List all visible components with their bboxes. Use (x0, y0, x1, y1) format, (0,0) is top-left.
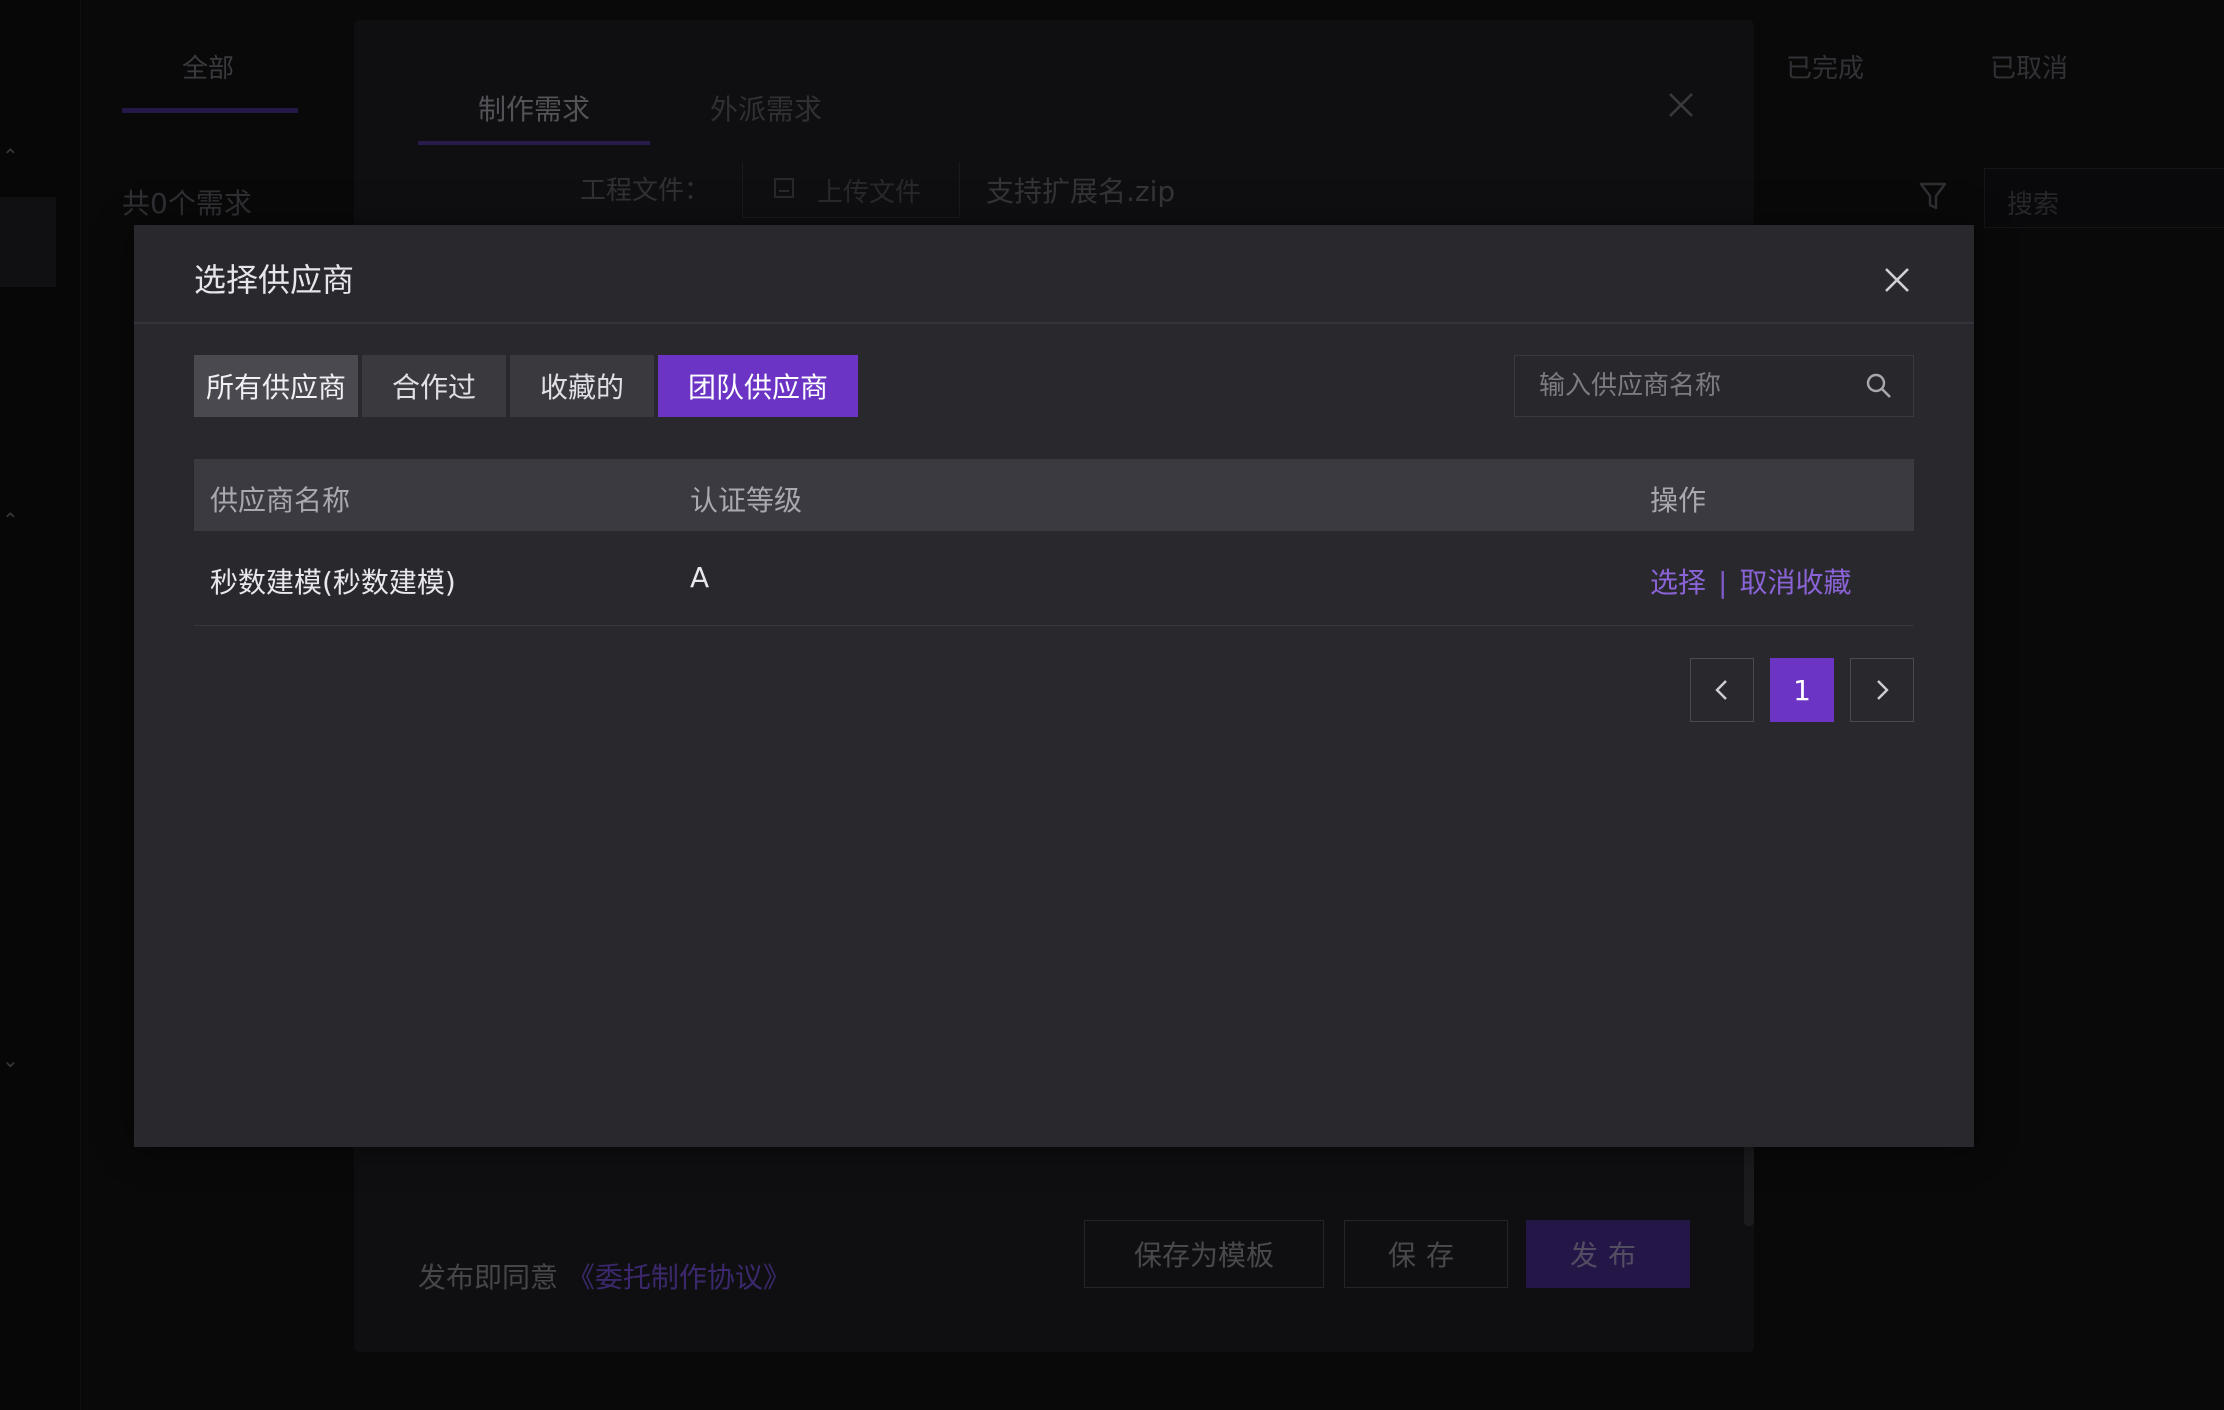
select-link[interactable]: 选择 (1650, 566, 1706, 599)
page-1-button[interactable]: 1 (1770, 658, 1834, 722)
select-supplier-dialog: 选择供应商 所有供应商 合作过 收藏的 团队供应商 供应商名称 认证等级 操作 … (134, 225, 1974, 1147)
supplier-name: 秒数建模(秒数建模) (210, 566, 456, 599)
tab-team-suppliers[interactable]: 团队供应商 (658, 355, 858, 417)
action-separator: | (1718, 566, 1728, 599)
table-header: 供应商名称 认证等级 操作 (194, 459, 1914, 531)
table-row: 秒数建模(秒数建模) A 选择 | 取消收藏 (194, 531, 1914, 626)
close-icon[interactable] (1882, 265, 1912, 295)
tab-cooperated[interactable]: 合作过 (362, 355, 506, 417)
unfavorite-link[interactable]: 取消收藏 (1739, 566, 1851, 599)
prev-page-button[interactable] (1690, 658, 1754, 722)
chevron-left-icon (1715, 680, 1727, 700)
column-actions: 操作 (1650, 484, 1707, 517)
row-actions: 选择 | 取消收藏 (1650, 561, 1851, 601)
tab-all-suppliers[interactable]: 所有供应商 (194, 355, 358, 417)
supplier-search (1514, 355, 1914, 417)
search-icon[interactable] (1865, 372, 1893, 404)
cert-level: A (690, 561, 710, 594)
dialog-title: 选择供应商 (194, 261, 355, 299)
next-page-button[interactable] (1850, 658, 1914, 722)
supplier-table: 供应商名称 认证等级 操作 秒数建模(秒数建模) A 选择 | 取消收藏 (194, 459, 1914, 626)
chevron-right-icon (1877, 680, 1889, 700)
column-cert-level: 认证等级 (690, 484, 803, 517)
dialog-header: 选择供应商 (134, 225, 1974, 324)
column-supplier-name: 供应商名称 (210, 484, 351, 517)
supplier-search-input[interactable] (1515, 356, 1855, 416)
tab-favorites[interactable]: 收藏的 (510, 355, 654, 417)
